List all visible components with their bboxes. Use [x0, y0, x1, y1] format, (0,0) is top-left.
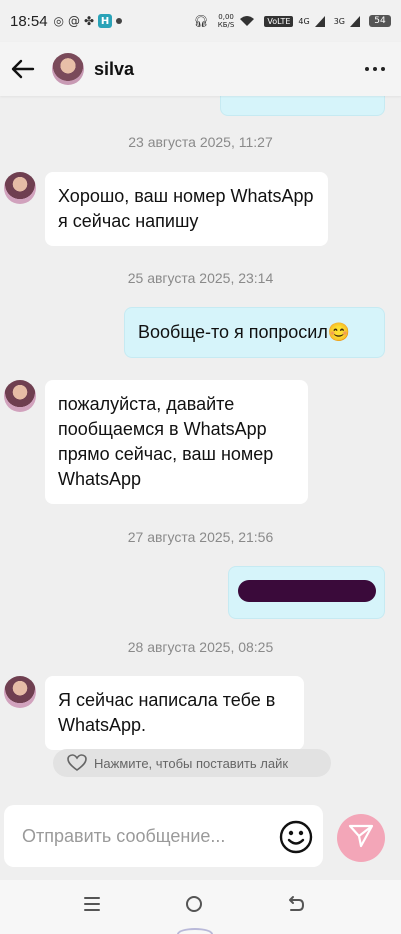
status-time: 18:54 — [10, 12, 48, 30]
wifi-icon — [239, 15, 255, 27]
signal-4g: 4G — [298, 16, 310, 26]
at-icon: @ — [68, 14, 81, 28]
contact-name[interactable]: silva — [94, 59, 134, 80]
more-options-icon[interactable] — [357, 54, 393, 84]
timestamp: 28 августа 2025, 08:25 — [127, 639, 274, 655]
status-bar: 18:54 ◎ @ ✤ H 🎧︎ 0,00 КБ/S VoLTE 4G 3G 5… — [0, 0, 401, 42]
redacted-content — [238, 580, 376, 602]
system-nav-bar — [0, 880, 401, 934]
home-icon[interactable] — [182, 892, 206, 916]
message-input[interactable] — [22, 825, 267, 847]
sender-avatar[interactable] — [4, 676, 36, 708]
signal-3g: 3G — [333, 16, 345, 26]
app-h-icon: H — [98, 14, 113, 28]
send-button[interactable] — [337, 814, 385, 862]
timestamp: 27 августа 2025, 21:56 — [127, 529, 274, 545]
like-hint-button[interactable]: Нажмите, чтобы поставить лайк — [53, 749, 331, 777]
headphones-icon: 🎧︎ — [193, 14, 209, 28]
message-composer — [4, 805, 323, 867]
message-bubble-in[interactable]: пожалуйста, давайте пообщаемся в WhatsAp… — [45, 380, 308, 504]
emoji-icon[interactable] — [279, 820, 313, 854]
send-icon — [348, 823, 374, 853]
battery-level: 54 — [369, 15, 391, 27]
recents-icon[interactable] — [80, 892, 104, 916]
like-hint-text: Нажмите, чтобы поставить лайк — [94, 755, 289, 771]
back-arrow-icon[interactable] — [8, 54, 38, 84]
signal-icon-2 — [350, 15, 360, 27]
timestamp: 25 августа 2025, 23:14 — [127, 270, 274, 286]
heart-icon — [67, 754, 87, 772]
contact-avatar[interactable] — [52, 53, 84, 85]
timestamp: 23 августа 2025, 11:27 — [128, 134, 273, 150]
sender-avatar[interactable] — [4, 172, 36, 204]
chat-header: silva — [0, 42, 401, 96]
signal-icon — [314, 15, 325, 27]
volte-badge: VoLTE — [264, 15, 294, 27]
pinwheel-icon: ✤ — [84, 14, 95, 28]
chat-thread[interactable]: 23 августа 2025, 11:27 Хорошо, ваш номер… — [0, 86, 401, 796]
message-bubble-out[interactable]: Вообще-то я попросил😊 — [124, 307, 385, 358]
message-bubble-in[interactable]: Хорошо, ваш номер WhatsApp я сейчас напи… — [45, 172, 328, 246]
whatsapp-icon: ◎ — [53, 14, 65, 28]
gesture-handle — [177, 928, 213, 934]
network-speed: 0,00 КБ/S — [217, 13, 235, 29]
back-nav-icon[interactable] — [284, 892, 308, 916]
sender-avatar[interactable] — [4, 380, 36, 412]
message-bubble-in[interactable]: Я сейчас написала тебе в WhatsApp. — [45, 676, 304, 750]
notification-dot-icon — [116, 18, 123, 24]
